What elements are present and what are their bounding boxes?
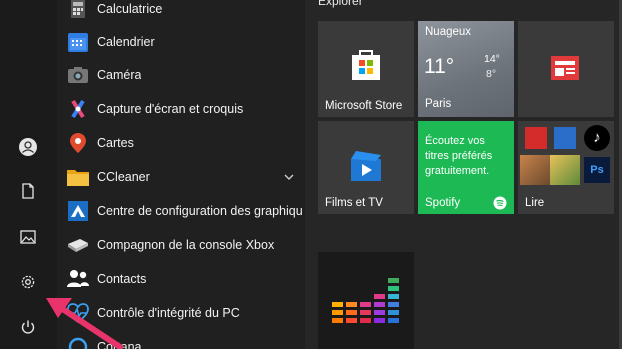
weather-city: Paris xyxy=(425,98,452,110)
app-label: Capture d'écran et croquis xyxy=(97,102,244,116)
app-item-xbox-companion[interactable]: Compagnon de la console Xbox xyxy=(57,228,305,262)
app-label: Cartes xyxy=(97,136,134,150)
documents-button[interactable] xyxy=(14,177,42,205)
camera-icon xyxy=(66,63,90,87)
app-label: Calendrier xyxy=(97,35,155,49)
app-label: Calculatrice xyxy=(97,2,163,16)
tile-lire-folder[interactable]: ♪ Ps Lire xyxy=(518,121,614,214)
store-bag-icon xyxy=(352,50,380,80)
tile-label: Lire xyxy=(525,197,545,209)
graphics-control-icon xyxy=(66,199,90,223)
folder-icon xyxy=(66,165,90,189)
app-label: CCleaner xyxy=(97,170,150,184)
app-item-graphics-center[interactable]: Centre de configuration des graphique... xyxy=(57,194,305,228)
tile-weather[interactable]: Nuageux 11° 14° 8° Paris xyxy=(418,21,514,117)
spotify-logo-icon xyxy=(493,196,507,210)
weather-high: 14° xyxy=(484,53,500,65)
weather-condition: Nuageux xyxy=(425,26,472,38)
news-icon xyxy=(551,56,579,80)
user-icon xyxy=(19,138,37,156)
people-icon xyxy=(66,267,90,291)
tile-news[interactable] xyxy=(518,21,614,117)
calculator-icon xyxy=(66,0,90,21)
gear-icon xyxy=(21,275,35,289)
tile-group-title: Explorer xyxy=(318,0,363,8)
maps-pin-icon xyxy=(66,131,90,155)
chevron-down-icon[interactable] xyxy=(283,171,295,183)
app-item-ccleaner[interactable]: CCleaner xyxy=(57,160,305,194)
app-label: Contacts xyxy=(97,272,147,286)
tile-films-tv[interactable]: Films et TV xyxy=(318,121,414,214)
weather-low: 8° xyxy=(486,68,497,80)
calendar-icon xyxy=(66,30,90,54)
pointer-arrow-annotation xyxy=(46,298,123,349)
tile-label: Microsoft Store xyxy=(325,100,403,112)
picture-icon xyxy=(20,230,36,244)
tile-label: Films et TV xyxy=(325,197,383,209)
app-label: Caméra xyxy=(97,68,142,82)
app-label: Centre de configuration des graphique... xyxy=(97,204,302,218)
app-item-camera[interactable]: Caméra xyxy=(57,58,305,92)
tile-spotify[interactable]: Écoutez vos titres préférés gratuitement… xyxy=(418,121,514,214)
game-thumb-1 xyxy=(520,155,550,185)
film-icon xyxy=(351,151,381,181)
tile-microsoft-store[interactable]: Microsoft Store xyxy=(318,21,414,117)
app-item-contacts[interactable]: Contacts xyxy=(57,262,305,296)
weather-temperature: 11° xyxy=(424,55,455,78)
game-thumb-cards xyxy=(554,127,576,149)
game-thumb-2 xyxy=(550,155,580,185)
pictures-button[interactable] xyxy=(14,223,42,251)
game-thumb-red xyxy=(525,127,547,149)
tiktok-icon: ♪ xyxy=(584,125,610,151)
app-item-calendrier[interactable]: Calendrier xyxy=(57,25,305,59)
tile-deezer[interactable] xyxy=(318,252,414,349)
spotify-promo-text: Écoutez vos titres préférés gratuitement… xyxy=(425,135,493,177)
tile-label: Spotify xyxy=(425,197,461,209)
snip-sketch-icon xyxy=(66,97,90,121)
user-account-button[interactable] xyxy=(14,133,42,161)
app-item-cartes[interactable]: Cartes xyxy=(57,126,305,160)
photoshop-icon: Ps xyxy=(584,157,610,183)
power-icon xyxy=(21,320,35,334)
document-icon xyxy=(22,183,34,199)
app-label: Compagnon de la console Xbox xyxy=(97,238,275,252)
app-item-calculatrice[interactable]: Calculatrice xyxy=(57,0,305,26)
tiles-area: Explorer Microsoft Store Nuageux 11° 14°… xyxy=(305,0,622,349)
deezer-equalizer-icon xyxy=(332,278,399,323)
app-item-capture[interactable]: Capture d'écran et croquis xyxy=(57,92,305,126)
xbox-console-icon xyxy=(66,233,90,257)
